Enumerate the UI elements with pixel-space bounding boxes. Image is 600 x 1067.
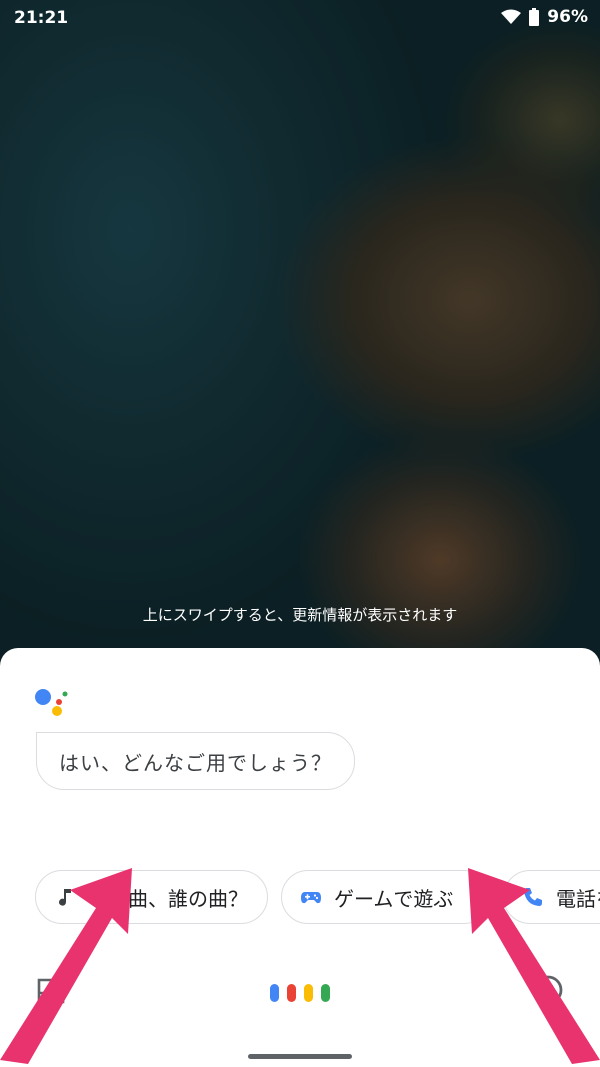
mic-dot-blue [270,984,279,1002]
lock-screen-wallpaper [0,0,600,660]
wifi-icon [501,9,522,24]
google-assistant-logo [35,689,68,716]
mic-dot-green [321,984,330,1002]
mic-dot-yellow [304,984,313,1002]
battery-icon [529,8,540,26]
home-indicator[interactable] [248,1054,352,1059]
google-mic-dots[interactable] [270,984,330,1002]
status-bar: 21:21 96% [0,0,600,36]
status-time: 21:21 [14,8,69,28]
annotation-arrow-left [0,868,132,1064]
suggestion-chip-label: ゲームで遊ぶ [334,886,454,911]
annotation-arrow-right [468,868,600,1064]
swipe-up-hint: 上にスワイプすると、更新情報が表示されます [142,606,458,624]
gamepad-icon [301,892,321,904]
status-indicators: 96% [501,7,588,27]
battery-percent: 96% [547,7,588,27]
assistant-greeting-text: はい、どんなご用でしょう？ [59,750,332,775]
assistant-greeting-bubble: はい、どんなご用でしょう？ [36,732,355,790]
mic-dot-red [287,984,296,1002]
